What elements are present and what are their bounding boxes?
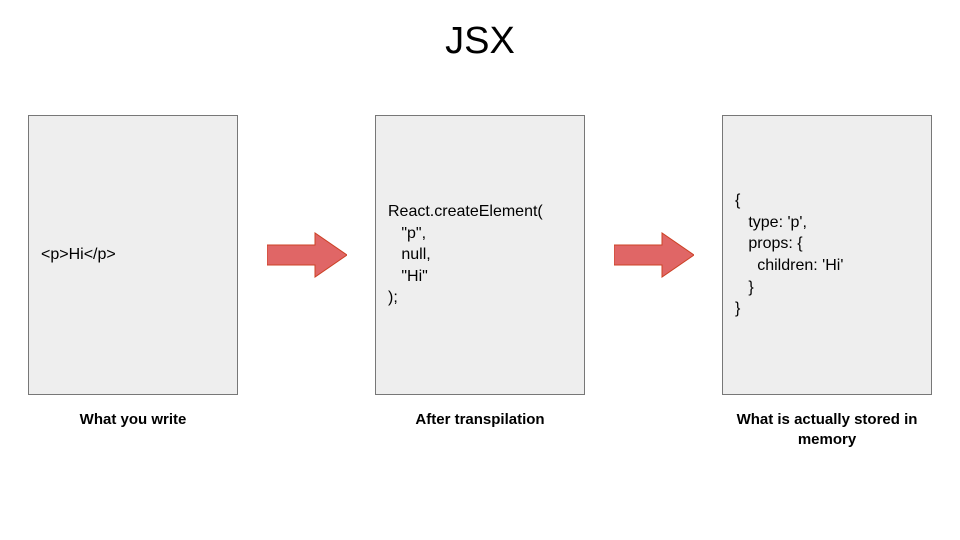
panel-stored-in-memory: { type: 'p', props: { children: 'Hi' } } xyxy=(722,115,932,395)
code-block: <p>Hi</p> xyxy=(41,244,116,266)
caption-what-you-write: What you write xyxy=(28,410,238,449)
caption-after-transpilation: After transpilation xyxy=(375,410,585,449)
arrow-icon xyxy=(614,231,694,279)
page-title: JSX xyxy=(0,20,960,63)
code-block: React.createElement( "p", null, "Hi" ); xyxy=(388,201,543,309)
code-block: { type: 'p', props: { children: 'Hi' } } xyxy=(735,190,843,320)
caption-stored-in-memory: What is actually stored in memory xyxy=(722,410,932,449)
panel-after-transpilation: React.createElement( "p", null, "Hi" ); xyxy=(375,115,585,395)
arrow-icon xyxy=(267,231,347,279)
diagram-row: <p>Hi</p> React.createElement( "p", null… xyxy=(28,115,932,395)
caption-row: What you write After transpilation What … xyxy=(28,410,932,449)
panel-what-you-write: <p>Hi</p> xyxy=(28,115,238,395)
